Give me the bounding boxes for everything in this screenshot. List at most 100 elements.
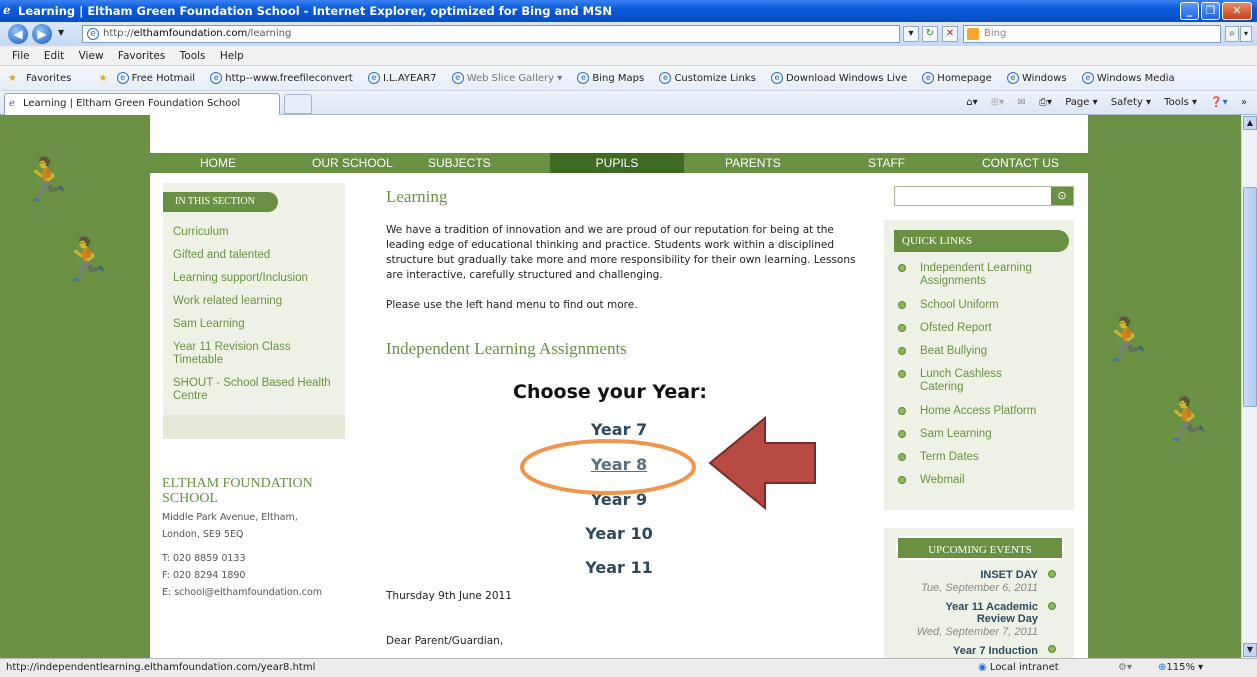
bullet-icon [898,407,906,415]
nav-contact-us[interactable]: CONTACT US [982,153,1059,173]
nav-pupils[interactable]: PUPILS [550,153,684,173]
nav-home[interactable]: HOME [200,153,236,173]
fav-link-7[interactable]: e Homepage [922,72,998,84]
section-item-revision-timetable[interactable]: Year 11 Revision Class Timetable [173,341,323,367]
status-bar: http://independentlearning.elthamfoundat… [0,658,1257,677]
fav-link-6[interactable]: e Download Windows Live [770,72,913,84]
section-item-shout[interactable]: SHOUT - School Based Health Centre [173,377,343,403]
scroll-down-icon[interactable]: ▼ [1243,643,1257,657]
close-button[interactable]: ✕ [1222,2,1252,20]
protected-mode-icon[interactable]: ⚙▾ [1118,659,1132,677]
menu-tools[interactable]: Tools [180,50,206,62]
section-item-curriculum[interactable]: Curriculum [173,226,229,239]
recent-pages-dropdown-icon[interactable]: ▼ [58,28,64,37]
fav-link-2[interactable]: e I.L.AYEAR7 [367,72,443,84]
more-info-text: Please use the left hand menu to find ou… [386,299,638,311]
bullet-icon [1048,645,1056,653]
address-prefix: http:// [103,28,134,39]
quick-link-term-dates[interactable]: Term Dates [920,451,979,464]
ie-page-icon: e [1081,72,1094,84]
search-input[interactable]: Bing [963,25,1221,43]
intro-paragraph: We have a tradition of innovation and we… [386,224,856,281]
ie-page-icon: ℯ [9,98,15,109]
vertical-scrollbar[interactable]: ▲ ▼ [1241,115,1257,658]
section-header: IN THIS SECTION [163,192,278,212]
scroll-up-icon[interactable]: ▲ [1243,116,1257,130]
quick-link-home-access[interactable]: Home Access Platform [920,405,1036,418]
event-date: Tue, September 6, 2011 [921,582,1038,594]
address-dropdown-icon[interactable]: ▾ [903,26,919,42]
ila-heading: Independent Learning Assignments [386,339,627,358]
search-placeholder: Bing [984,28,1007,39]
stop-icon[interactable]: ✕ [942,26,958,42]
nav-parents[interactable]: PARENTS [725,153,781,173]
feeds-icon[interactable]: ⊞▾ [991,97,1004,108]
site-search-button[interactable]: ⊙ [1051,187,1073,205]
search-button[interactable]: ⌕ [1225,26,1239,42]
scrollbar-thumb[interactable] [1243,187,1257,407]
back-button[interactable]: ◀ [8,24,28,44]
quick-link-cashless[interactable]: Lunch Cashless Catering [920,368,1040,394]
menu-file[interactable]: File [12,50,30,62]
quick-link-ofsted[interactable]: Ofsted Report [920,322,992,335]
fav-link-4[interactable]: e Bing Maps [577,72,650,84]
zoom-control[interactable]: ⊕115% ▾ [1158,659,1203,677]
tools-menu[interactable]: Tools ▾ [1164,97,1197,108]
section-item-sam-learning[interactable]: Sam Learning [173,318,245,331]
quick-link-webmail[interactable]: Webmail [920,474,965,487]
school-email: E: school@elthamfoundation.com [162,587,323,598]
fav-link-1[interactable]: e http--www.freefileconvert [210,72,359,84]
nav-our-school[interactable]: OUR SCHOOL [312,153,393,173]
event-title[interactable]: Year 7 Induction [953,645,1038,657]
home-icon[interactable]: ⌂▾ [966,97,977,108]
chevron-more-icon[interactable]: » [1241,97,1247,108]
maximize-button[interactable]: ❐ [1201,2,1220,20]
zone-indicator[interactable]: ◉ Local intranet [978,659,1059,677]
favorites-label: Favorites [26,73,72,84]
event-title[interactable]: INSET DAY [980,569,1038,581]
help-icon[interactable]: ❓▾ [1210,97,1227,108]
print-icon[interactable]: ⎙▾ [1039,97,1052,108]
section-item-work-related[interactable]: Work related learning [173,295,282,308]
nav-subjects[interactable]: SUBJECTS [428,153,491,173]
fav-link-5[interactable]: e Customize Links [659,72,761,84]
address-bar[interactable]: e http://elthamfoundation.com/learning [82,25,900,43]
fav-link-label: Web Slice Gallery ▾ [466,73,563,84]
refresh-icon[interactable]: ↻ [922,26,938,42]
fav-link-label: Windows Media [1096,73,1175,84]
quick-link-sam[interactable]: Sam Learning [920,428,992,441]
year-10-link[interactable]: Year 10 [519,524,719,543]
section-item-learning-support[interactable]: Learning support/Inclusion [173,272,308,285]
menu-view[interactable]: View [79,50,104,62]
search-options-icon[interactable]: ▾ [1240,26,1252,42]
tab-learning[interactable]: ℯ Learning | Eltham Green Foundation Sch… [4,93,280,115]
quick-link-bullying[interactable]: Beat Bullying [920,345,987,358]
favorites-button[interactable]: ★ Favorites [8,73,77,84]
mail-icon[interactable]: ✉ [1017,97,1025,108]
ie-page-icon: e [116,72,129,84]
site-search-input[interactable]: ⊙ [894,186,1074,206]
page-menu[interactable]: Page ▾ [1065,97,1097,108]
bullet-icon [898,430,906,438]
quick-link-ila[interactable]: Independent Learning Assignments [920,262,1060,288]
menu-edit[interactable]: Edit [44,50,64,62]
fav-link-3[interactable]: e Web Slice Gallery ▾ [451,72,569,84]
forward-button[interactable]: ▶ [32,24,52,44]
minimize-button[interactable]: _ [1180,2,1199,20]
add-favorite-icon[interactable]: ★ [99,73,108,84]
menu-favorites[interactable]: Favorites [118,50,165,62]
section-item-gifted[interactable]: Gifted and talented [173,249,270,262]
ie-page-icon: e [770,72,783,84]
year-11-link[interactable]: Year 11 [519,558,719,577]
athlete-silhouette-icon: 🏃 [1100,315,1153,364]
fav-link-label: Homepage [937,73,992,84]
fav-link-8[interactable]: e Windows [1007,72,1073,84]
event-title[interactable]: Year 11 Academic Review Day [928,601,1038,625]
fav-link-0[interactable]: e Free Hotmail [116,72,201,84]
new-tab-button[interactable] [284,94,312,114]
menu-help[interactable]: Help [220,50,244,62]
fav-link-9[interactable]: e Windows Media [1081,72,1181,84]
safety-menu[interactable]: Safety ▾ [1111,97,1151,108]
quick-link-uniform[interactable]: School Uniform [920,299,999,312]
nav-staff[interactable]: STAFF [868,153,905,173]
